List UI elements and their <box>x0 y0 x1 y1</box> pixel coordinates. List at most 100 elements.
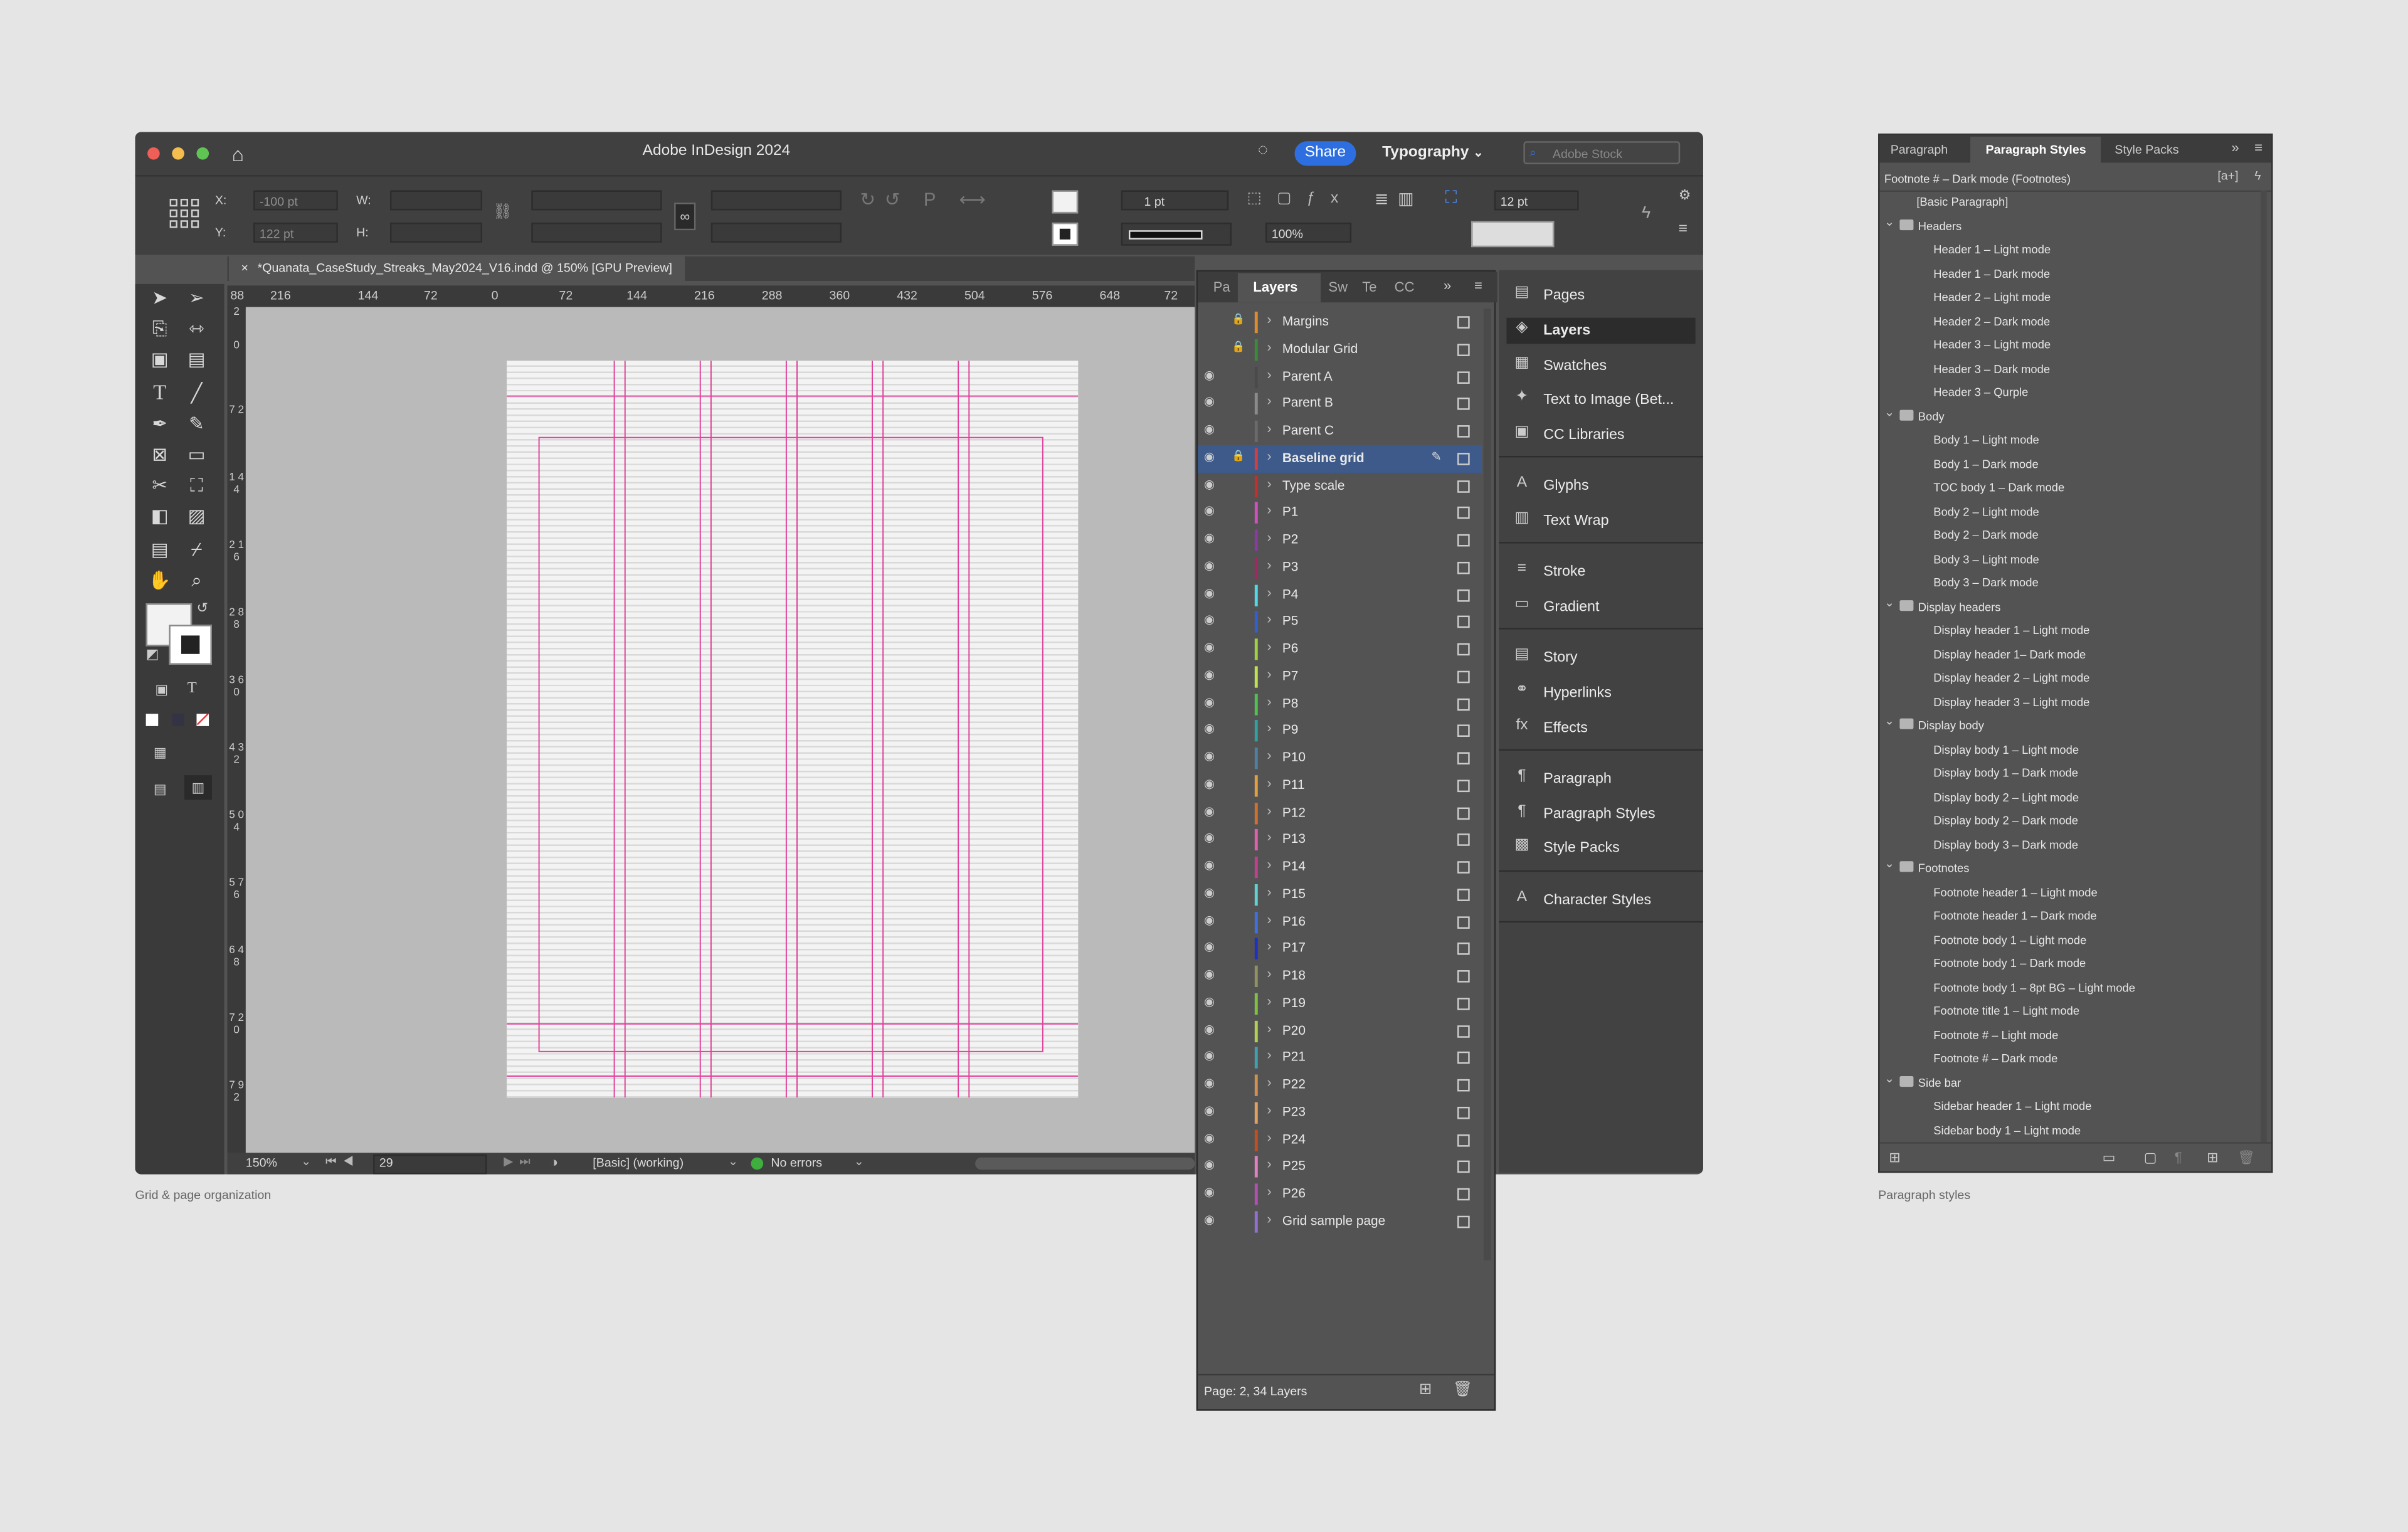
layer-row[interactable]: ◉ › Type scale <box>1198 472 1482 500</box>
lightning-icon[interactable]: ϟ <box>2254 169 2261 182</box>
eyedropper-tool-icon[interactable]: ⌿ <box>182 539 210 562</box>
visibility-eye-icon[interactable]: ◉ <box>1204 640 1219 654</box>
expand-chevron-icon[interactable]: › <box>1267 775 1271 790</box>
visibility-eye-icon[interactable]: ◉ <box>1204 613 1219 626</box>
style-row[interactable]: Display header 2 – Light mode <box>1880 666 2256 689</box>
layer-row[interactable]: ◉ › Parent A <box>1198 363 1482 391</box>
control-menu-icon[interactable]: ≡ <box>1679 221 1687 238</box>
style-row[interactable]: TOC body 1 – Dark mode <box>1880 476 2256 499</box>
panel-item-style-packs[interactable]: ▩ Style Packs <box>1506 835 1695 862</box>
expand-chevron-icon[interactable]: › <box>1267 911 1271 926</box>
visibility-eye-icon[interactable]: ◉ <box>1204 858 1219 872</box>
screen-mode-icon[interactable]: ▦ <box>154 744 167 761</box>
expand-chevron-icon[interactable]: › <box>1267 721 1271 736</box>
selection-square-icon[interactable] <box>1457 997 1470 1010</box>
layer-row[interactable]: ◉ › P13 <box>1198 827 1482 854</box>
y-field[interactable]: 122 pt <box>253 222 338 243</box>
style-row[interactable]: Header 1 – Light mode <box>1880 238 2256 261</box>
selection-square-icon[interactable] <box>1457 943 1470 956</box>
visibility-eye-icon[interactable]: ◉ <box>1204 477 1219 490</box>
page-nav-prev-icons[interactable]: ⏮◀ <box>325 1154 360 1170</box>
lightning-icon[interactable]: ϟ <box>1642 204 1650 223</box>
expand-chevron-icon[interactable]: › <box>1267 966 1271 981</box>
layer-row[interactable]: ◉ › P1 <box>1198 499 1482 527</box>
group-chevron-icon[interactable]: ⌄ <box>1884 214 1894 228</box>
style-row[interactable]: Display body 2 – Dark mode <box>1880 809 2256 832</box>
style-row[interactable]: Header 1 – Dark mode <box>1880 261 2256 285</box>
visibility-eye-icon[interactable]: ◉ <box>1204 803 1219 817</box>
style-row[interactable]: Footnote title 1 – Light mode <box>1880 1000 2256 1023</box>
preflight-status[interactable]: No errors <box>771 1156 822 1170</box>
shear-field[interactable] <box>710 222 842 243</box>
stroke-color-swatch[interactable] <box>169 625 212 665</box>
style-row[interactable]: Body 2 – Dark mode <box>1880 524 2256 547</box>
selection-square-icon[interactable] <box>1457 452 1470 465</box>
expand-chevron-icon[interactable]: › <box>1267 366 1271 381</box>
reference-point-icon[interactable] <box>169 198 199 229</box>
visibility-eye-icon[interactable]: ◉ <box>1204 1131 1219 1144</box>
new-style-icon[interactable]: ⊞ <box>2207 1149 2218 1166</box>
visibility-eye-icon[interactable]: ◉ <box>1204 1022 1219 1035</box>
document-page[interactable] <box>507 361 1079 1098</box>
expand-chevron-icon[interactable]: › <box>1267 693 1271 708</box>
pencil-tool-icon[interactable]: ✎ <box>182 413 210 434</box>
line-tool-icon[interactable]: ╱ <box>182 383 210 404</box>
selection-square-icon[interactable] <box>1457 1188 1470 1201</box>
expand-chevron-icon[interactable]: › <box>1267 829 1271 844</box>
layer-row[interactable]: ◉ › P21 <box>1198 1044 1482 1072</box>
h-field[interactable] <box>390 222 482 243</box>
text-style-preview[interactable] <box>1471 221 1555 248</box>
layer-row[interactable]: ◉ › P6 <box>1198 635 1482 663</box>
collapse-panel-icon[interactable]: » <box>2231 140 2239 155</box>
page-nav-next-icons[interactable]: ▶⏭ <box>504 1154 536 1170</box>
selection-square-icon[interactable] <box>1457 1052 1470 1065</box>
style-row[interactable]: Display header 3 – Light mode <box>1880 690 2256 713</box>
visibility-eye-icon[interactable]: ◉ <box>1204 831 1219 845</box>
formatting-text-icon[interactable]: T <box>187 680 197 697</box>
swap-colors-icon[interactable]: ↺ <box>196 600 208 617</box>
expand-chevron-icon[interactable]: › <box>1267 393 1271 408</box>
visibility-eye-icon[interactable]: ◉ <box>1204 995 1219 1008</box>
visibility-eye-icon[interactable]: ◉ <box>1204 504 1219 518</box>
style-row[interactable]: Body 3 – Light mode <box>1880 547 2256 571</box>
panel-item-swatches[interactable]: ▦ Swatches <box>1506 353 1695 379</box>
style-row[interactable]: Sidebar body 1 – Light mode <box>1880 1118 2256 1141</box>
note-tool-icon[interactable]: ▤ <box>146 539 174 560</box>
panel-item-cc-libraries[interactable]: ▣ CC Libraries <box>1506 422 1695 448</box>
selection-square-icon[interactable] <box>1457 916 1470 928</box>
style-row[interactable]: Header 3 – Qurple <box>1880 381 2256 404</box>
panel-item-character-styles[interactable]: A Character Styles <box>1506 887 1695 914</box>
selection-square-icon[interactable] <box>1457 697 1470 711</box>
visibility-eye-icon[interactable]: ◉ <box>1204 667 1219 681</box>
style-row[interactable]: Header 2 – Light mode <box>1880 285 2256 309</box>
tab-cc[interactable]: CC <box>1395 280 1415 295</box>
stroke-weight-field[interactable]: 1 pt <box>1121 190 1229 211</box>
visibility-eye-icon[interactable]: ◉ <box>1204 558 1219 572</box>
tab-text[interactable]: Te <box>1362 280 1376 295</box>
expand-chevron-icon[interactable]: › <box>1267 638 1271 653</box>
tab-paragraph-styles[interactable]: Paragraph Styles <box>1986 143 2086 157</box>
normal-view-icon[interactable]: ▤ <box>154 781 167 798</box>
clear-overrides-icon[interactable]: ¶ <box>2175 1149 2182 1165</box>
style-group-row[interactable]: ⌄ Side bar <box>1880 1070 2256 1094</box>
gap-tool-icon[interactable]: ⇿ <box>182 318 210 339</box>
expand-chevron-icon[interactable]: › <box>1267 584 1271 599</box>
lightbulb-icon[interactable]: ◌ <box>1258 141 1268 159</box>
layer-row[interactable]: ◉ › P3 <box>1198 554 1482 581</box>
layer-row[interactable]: ◉ › P4 <box>1198 581 1482 609</box>
expand-chevron-icon[interactable]: › <box>1267 1183 1271 1198</box>
rectangle-frame-tool-icon[interactable]: ⊠ <box>146 443 174 465</box>
selection-square-icon[interactable] <box>1457 1133 1470 1146</box>
layer-row[interactable]: ◉ › P10 <box>1198 744 1482 772</box>
expand-chevron-icon[interactable]: › <box>1267 1075 1271 1090</box>
lock-icon[interactable]: 🔒 <box>1232 313 1245 325</box>
panel-item-gradient[interactable]: ▭ Gradient <box>1506 594 1695 620</box>
style-row[interactable]: Display body 1 – Light mode <box>1880 737 2256 761</box>
new-group-icon[interactable]: ▭ <box>2103 1149 2116 1166</box>
style-row[interactable]: Body 1 – Light mode <box>1880 428 2256 452</box>
selection-square-icon[interactable] <box>1457 398 1470 411</box>
free-transform-tool-icon[interactable]: ⛶ <box>182 474 210 497</box>
align-icons[interactable]: ≣▥ <box>1375 189 1423 209</box>
gear-icon[interactable]: ⚙ <box>1679 188 1691 204</box>
visibility-eye-icon[interactable]: ◉ <box>1204 776 1219 790</box>
